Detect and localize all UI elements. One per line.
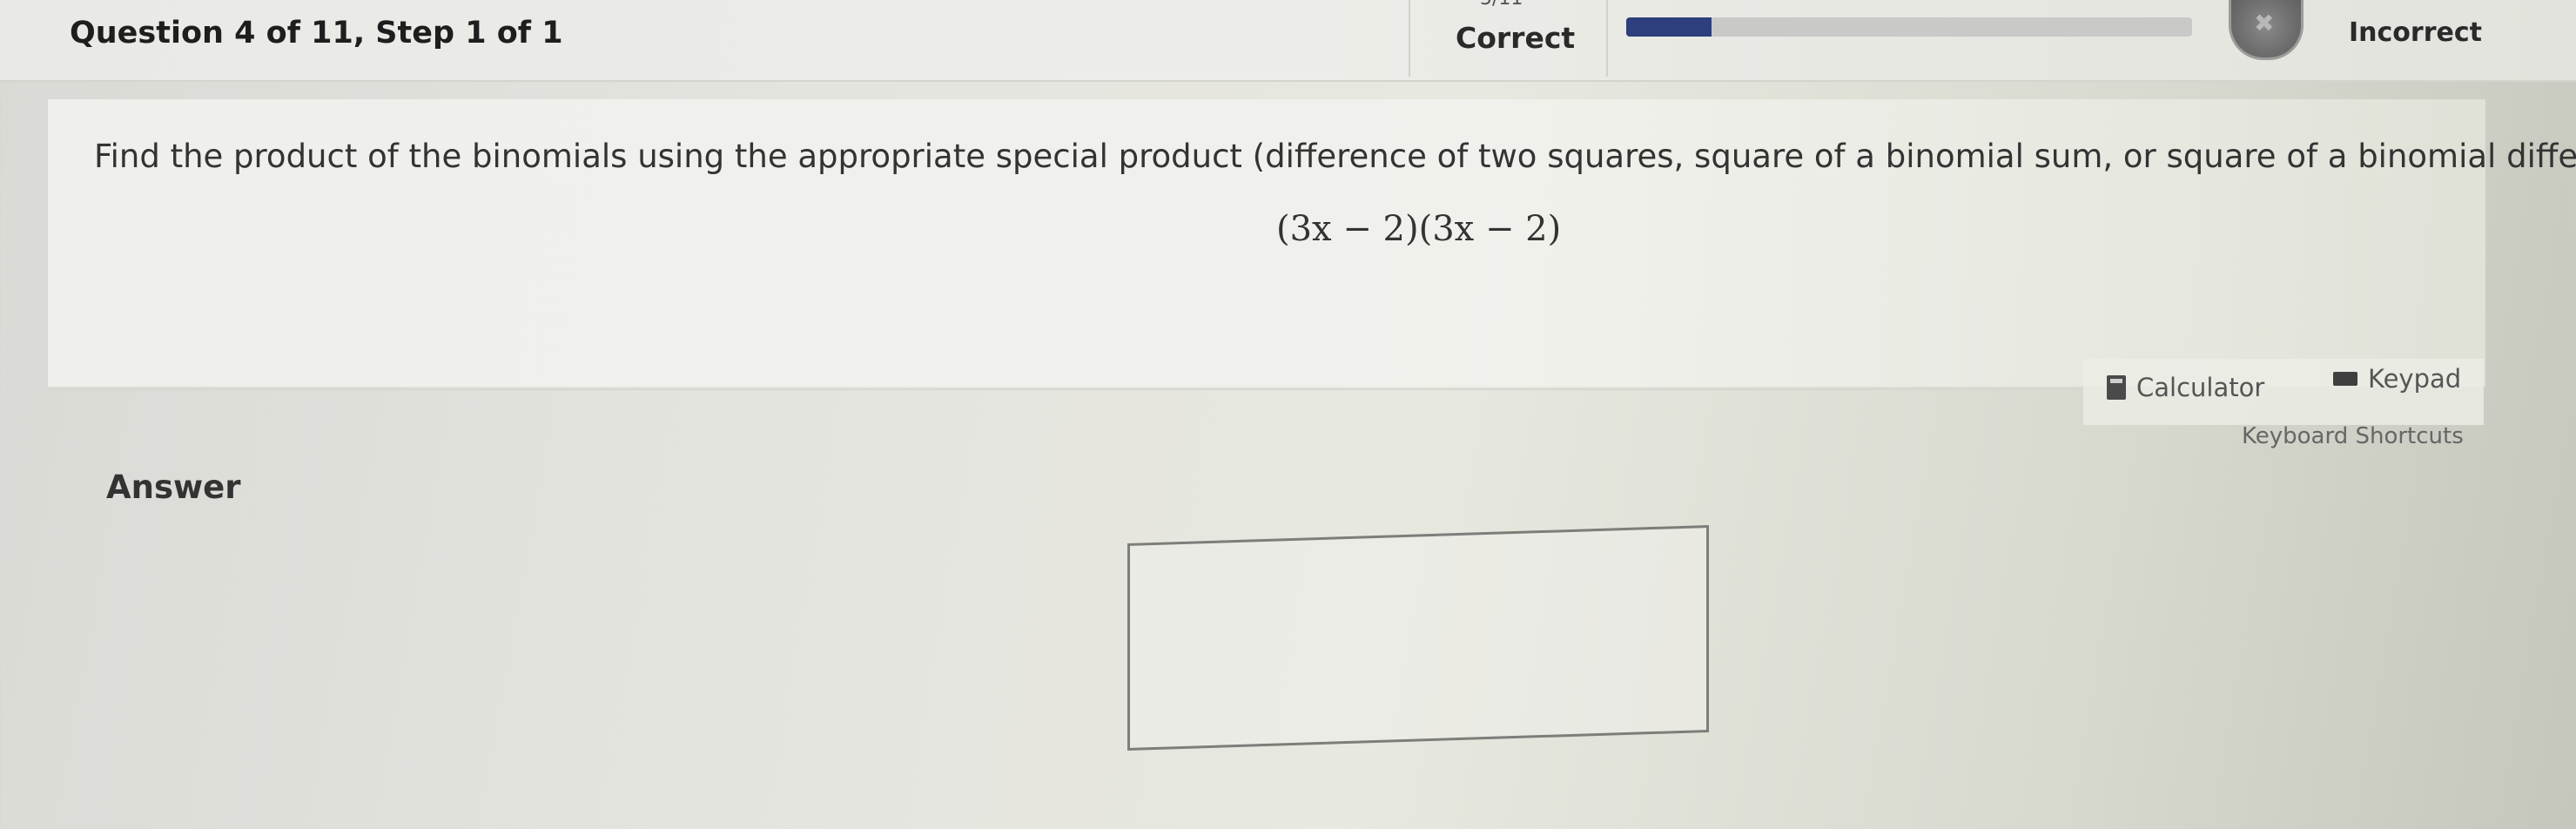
calculator-label: Calculator [2136, 373, 2265, 402]
answer-label: Answer [106, 468, 241, 506]
incorrect-indicator: ✖ [2229, 0, 2304, 60]
keyboard-shortcuts-link[interactable]: Keyboard Shortcuts [2242, 423, 2464, 449]
question-prompt: Find the product of the binomials using … [94, 138, 2576, 175]
answer-input[interactable] [1127, 525, 1709, 751]
calculator-icon [2107, 375, 2126, 400]
math-expression: (3x − 2)(3x − 2) [1276, 209, 1562, 249]
correct-label: Correct [1456, 21, 1576, 55]
progress-count: 5/11 [1480, 0, 1523, 10]
keypad-icon [2333, 372, 2357, 386]
incorrect-icon: ✖ [2254, 9, 2275, 37]
question-title: Question 4 of 11, Step 1 of 1 [70, 16, 563, 51]
progress-bar [1626, 17, 2192, 37]
incorrect-label: Incorrect [2349, 17, 2482, 48]
calculator-button[interactable]: Calculator [2107, 373, 2264, 402]
keypad-button[interactable]: Keypad [2333, 364, 2461, 394]
keypad-label: Keypad [2368, 364, 2462, 394]
progress-bar-fill [1626, 17, 1712, 37]
section-divider [48, 388, 2216, 390]
question-header: Question 4 of 11, Step 1 of 1 5/11 Corre… [0, 0, 2576, 82]
